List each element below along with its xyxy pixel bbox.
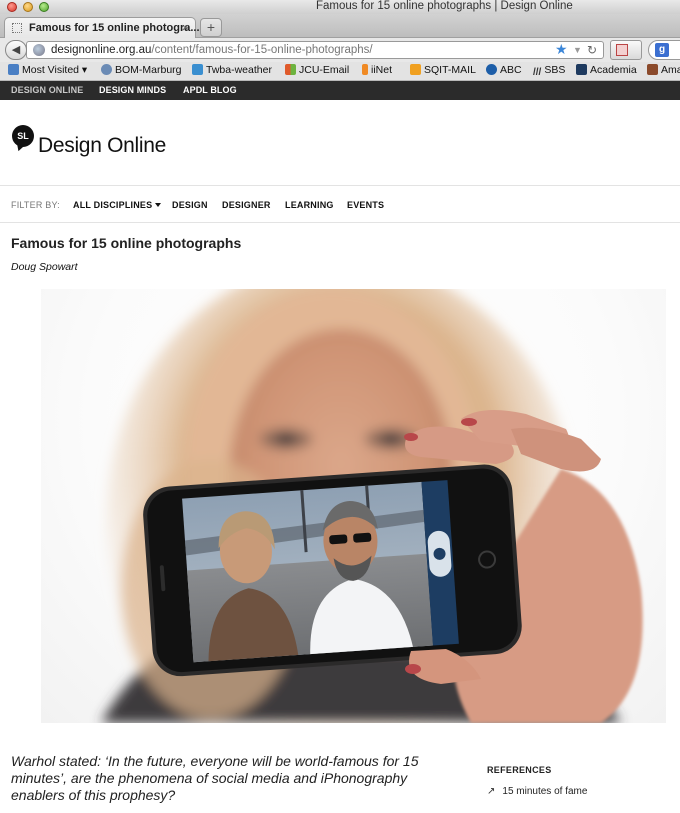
sbs-icon: ///: [533, 67, 542, 78]
abc-icon: [486, 64, 497, 75]
bookmark-jcu-email[interactable]: JCU-Email: [285, 64, 349, 76]
tab-close-icon[interactable]: ×: [181, 20, 189, 35]
article-title: Famous for 15 online photographs: [11, 235, 242, 251]
iinet-icon: [362, 64, 368, 75]
dropdown-caret-icon: [155, 203, 162, 207]
nav-apdl-blog[interactable]: APDL BLOG: [183, 85, 237, 95]
search-engine-button[interactable]: g: [648, 40, 680, 60]
site-logo-text[interactable]: Design Online: [38, 134, 166, 158]
back-button[interactable]: ◀: [5, 40, 27, 60]
article-author: Doug Spowart: [11, 261, 78, 273]
site-top-nav: DESIGN ONLINE DESIGN MINDS APDL BLOG: [0, 81, 680, 100]
new-tab-button[interactable]: +: [200, 18, 222, 37]
sl-logo-icon[interactable]: SL: [12, 125, 34, 147]
window-titlebar: Famous for 15 online photographs | Desig…: [0, 0, 680, 14]
maximize-window-button[interactable]: [39, 2, 49, 12]
url-path: /content/famous-for-15-online-photograph…: [151, 44, 373, 56]
browser-tab-active[interactable]: Famous for 15 online photogra... ×: [4, 17, 200, 39]
back-arrow-icon: ◀: [11, 44, 21, 56]
reference-link[interactable]: ↗ 15 minutes of fame: [487, 786, 587, 797]
bookmark-most-visited[interactable]: Most Visited ▾: [8, 64, 87, 76]
address-bar[interactable]: designonline.org.au/content/famous-for-1…: [26, 41, 604, 59]
nav-design-online[interactable]: DESIGN ONLINE: [11, 85, 83, 95]
tab-title: Famous for 15 online photogra...: [29, 22, 200, 34]
filter-designer[interactable]: DESIGNER: [222, 200, 271, 210]
bookmark-academia[interactable]: Academia: [576, 64, 637, 76]
bookmark-twba-weather[interactable]: Twba-weather: [192, 64, 272, 76]
external-link-icon: ↗: [487, 786, 496, 797]
site-identity-icon[interactable]: [33, 44, 45, 56]
bookmark-sqit-mail[interactable]: SQIT-MAIL: [410, 64, 476, 76]
bookmark-star-icon[interactable]: ★: [555, 41, 568, 57]
bookmark-bom-marburg[interactable]: BOM-Marburg: [101, 64, 182, 76]
wz-icon: [192, 64, 203, 75]
minimize-window-button[interactable]: [23, 2, 33, 12]
close-window-button[interactable]: [7, 2, 17, 12]
navigation-toolbar: designonline.org.au/content/famous-for-1…: [0, 38, 680, 62]
addon-button[interactable]: [610, 40, 642, 60]
bookmark-sbs[interactable]: ///SBS: [533, 64, 565, 78]
addon-icon: [616, 44, 628, 56]
url-text[interactable]: designonline.org.au/content/famous-for-1…: [51, 42, 373, 58]
google-icon: g: [655, 43, 669, 57]
amazon-icon: [647, 64, 658, 75]
filter-events[interactable]: EVENTS: [347, 200, 384, 210]
tab-strip: Famous for 15 online photogra... × +: [0, 14, 680, 39]
divider: [0, 222, 680, 223]
outlook-icon: [410, 64, 421, 75]
divider: [0, 185, 680, 186]
folder-icon: [8, 64, 19, 75]
bookmark-iinet[interactable]: iiNet: [362, 64, 392, 76]
window-title: Famous for 15 online photographs | Desig…: [316, 0, 573, 12]
article-lede: Warhol stated: ‘In the future, everyone …: [11, 753, 419, 803]
reload-icon[interactable]: ↻: [587, 42, 597, 58]
globe-icon: [101, 64, 112, 75]
filter-design[interactable]: DESIGN: [172, 200, 208, 210]
academia-icon: [576, 64, 587, 75]
smartphone: [143, 464, 522, 677]
filter-label: FILTER BY:: [11, 200, 60, 210]
article-hero-image: [41, 289, 666, 723]
filter-all-disciplines[interactable]: ALL DISCIPLINES: [73, 200, 162, 210]
nav-design-minds[interactable]: DESIGN MINDS: [99, 85, 166, 95]
bookmark-abc[interactable]: ABC: [486, 64, 522, 76]
url-history-dropdown-icon[interactable]: ▼: [573, 42, 582, 58]
bookmark-amazon[interactable]: Ama: [647, 64, 680, 76]
windows-icon: [285, 64, 296, 75]
references-title: REFERENCES: [487, 765, 552, 775]
hero-photo: [101, 289, 643, 723]
bookmarks-toolbar: Most Visited ▾ BOM-Marburg Twba-weather …: [0, 62, 680, 81]
filter-learning[interactable]: LEARNING: [285, 200, 334, 210]
url-domain: designonline.org.au: [51, 44, 152, 56]
page-icon: [12, 23, 22, 33]
